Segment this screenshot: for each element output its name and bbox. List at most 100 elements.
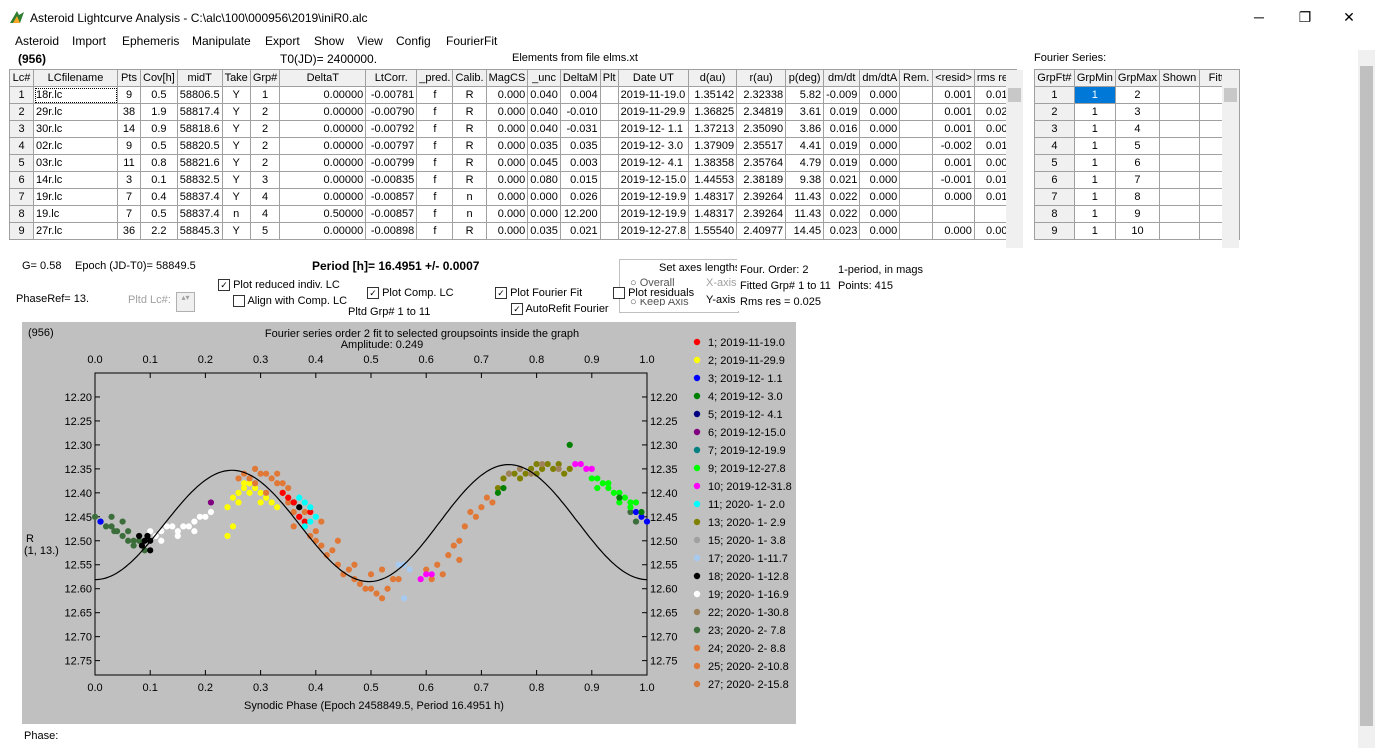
- fourier-cell[interactable]: 1: [1073, 103, 1116, 121]
- lc-cell[interactable]: -0.00898: [365, 222, 418, 240]
- lc-row-header[interactable]: 9: [9, 222, 34, 240]
- overall-radio[interactable]: ○ Overall: [630, 277, 675, 287]
- lc-cell[interactable]: 4.79: [785, 154, 825, 172]
- lc-cell[interactable]: 0.000: [485, 103, 529, 121]
- lc-cell[interactable]: 1: [249, 86, 281, 104]
- lc-cell[interactable]: 2.32338: [736, 86, 787, 104]
- lc-cell[interactable]: 0.019: [823, 137, 861, 155]
- lc-cell[interactable]: 2.35517: [736, 137, 787, 155]
- lc-cell[interactable]: 0.021: [823, 171, 861, 189]
- lc-cell[interactable]: 0.035: [527, 137, 561, 155]
- lc-cell[interactable]: 0.000: [932, 188, 975, 206]
- fourier-table-row[interactable]: 819T: [1034, 205, 1240, 223]
- fourier-row-header[interactable]: 9: [1034, 222, 1075, 240]
- lc-cell[interactable]: 0.000: [932, 222, 975, 240]
- fourier-row-header[interactable]: 3: [1034, 120, 1075, 138]
- lc-cell[interactable]: 0.50000: [279, 205, 367, 223]
- autorefit-check[interactable]: ✓: [511, 303, 523, 316]
- fourier-cell[interactable]: 1: [1073, 171, 1116, 189]
- lc-cell[interactable]: 0.000: [527, 205, 561, 223]
- fourier-cell[interactable]: [1159, 137, 1200, 155]
- lc-cell[interactable]: 58806.5: [176, 86, 223, 104]
- lc-cell[interactable]: n: [452, 205, 487, 223]
- lc-col-header[interactable]: Cov[h]: [140, 69, 178, 87]
- lc-col-header[interactable]: DeltaT: [279, 69, 367, 87]
- fourier-cell[interactable]: 1: [1073, 154, 1116, 172]
- lc-cell[interactable]: Y: [221, 86, 251, 104]
- lc-cell[interactable]: 2019-12-19.9: [617, 205, 690, 223]
- menu-manipulate[interactable]: Manipulate: [192, 34, 251, 48]
- lightcurve-plot-panel[interactable]: (956) Fourier series order 2 fit to selec…: [22, 322, 796, 724]
- fourier-table-row[interactable]: 112T: [1034, 86, 1240, 104]
- lc-cell[interactable]: R: [452, 137, 487, 155]
- lc-table-row[interactable]: 7 19r.lc 7 0.4 58837.4 Y 4 0.00000 -0.00857 f n 0.0…: [9, 188, 1017, 206]
- lc-cell[interactable]: -0.001: [932, 171, 975, 189]
- lc-cell[interactable]: 29r.lc: [33, 103, 118, 121]
- lc-cell[interactable]: 0.000: [527, 188, 561, 206]
- lc-cell[interactable]: 9: [117, 86, 141, 104]
- lc-cell[interactable]: 2.35764: [736, 154, 787, 172]
- lc-cell[interactable]: 1.37213: [688, 120, 738, 138]
- lc-cell[interactable]: 0.000: [859, 188, 901, 206]
- lc-cell[interactable]: 1.38358: [688, 154, 738, 172]
- lc-cell[interactable]: -0.00799: [365, 154, 418, 172]
- lc-cell[interactable]: 02r.lc: [33, 137, 118, 155]
- lc-cell[interactable]: 14: [117, 120, 141, 138]
- lc-cell[interactable]: 11.43: [785, 188, 825, 206]
- lc-cell[interactable]: 0.035: [559, 137, 601, 155]
- lc-cell[interactable]: 14.45: [785, 222, 825, 240]
- lc-cell[interactable]: 0.000: [859, 205, 901, 223]
- lc-col-header[interactable]: LtCorr.: [365, 69, 418, 87]
- menu-fourierfit[interactable]: FourierFit: [446, 34, 497, 48]
- lc-cell[interactable]: 5: [249, 222, 281, 240]
- fourier-row-header[interactable]: 2: [1034, 103, 1075, 121]
- autorefit-checkbox[interactable]: ✓ AutoRefit Fourier: [511, 303, 609, 316]
- lc-cell[interactable]: 0.00000: [279, 222, 367, 240]
- lc-cell[interactable]: 0.000: [485, 205, 529, 223]
- lc-cell[interactable]: 1.44553: [688, 171, 738, 189]
- fourier-table-row[interactable]: 314T: [1034, 120, 1240, 138]
- lc-cell[interactable]: f: [416, 171, 454, 189]
- lc-cell[interactable]: 1.36825: [688, 103, 738, 121]
- lc-cell[interactable]: 2019-12-15.0: [617, 171, 690, 189]
- lc-cell[interactable]: Y: [221, 154, 251, 172]
- lc-cell[interactable]: Y: [221, 137, 251, 155]
- plot-reduced-checkbox[interactable]: ✓ Plot reduced indiv. LC: [218, 279, 340, 292]
- lc-cell[interactable]: 58818.6: [176, 120, 223, 138]
- lc-cell[interactable]: 0.003: [559, 154, 601, 172]
- lc-cell[interactable]: 0.00000: [279, 171, 367, 189]
- lc-cell[interactable]: 2: [249, 120, 281, 138]
- lc-cell[interactable]: f: [416, 120, 454, 138]
- lc-table-row[interactable]: 8 19.lc 7 0.5 58837.4 n 4 0.50000 -0.00857 f n 0.00…: [9, 205, 1017, 223]
- lc-cell[interactable]: 58832.5: [176, 171, 223, 189]
- lc-cell[interactable]: 0.4: [140, 188, 178, 206]
- fourier-cell[interactable]: [1159, 120, 1200, 138]
- plot-reduced-check[interactable]: ✓: [218, 279, 230, 292]
- lc-cell[interactable]: 03r.lc: [33, 154, 118, 172]
- lc-cell[interactable]: 0.000: [859, 171, 901, 189]
- lc-cell[interactable]: 2019-12- 1.1: [617, 120, 690, 138]
- lc-cell[interactable]: 0.00000: [279, 137, 367, 155]
- lc-cell[interactable]: [899, 171, 934, 189]
- lc-table-row[interactable]: 5 03r.lc 11 0.8 58821.6 Y 2 0.00000 -0.00799 f R 0.…: [9, 154, 1017, 172]
- lc-cell[interactable]: -0.00797: [365, 137, 418, 155]
- fourier-table-row[interactable]: 415T: [1034, 137, 1240, 155]
- minimize-button[interactable]: ─: [1236, 0, 1282, 34]
- lc-cell[interactable]: 0.1: [140, 171, 178, 189]
- lc-col-header[interactable]: p(deg): [785, 69, 825, 87]
- lc-cell[interactable]: 0.023: [823, 222, 861, 240]
- lc-table-row[interactable]: 4 02r.lc 9 0.5 58820.5 Y 2 0.00000 -0.00797 f R 0.0…: [9, 137, 1017, 155]
- lc-cell[interactable]: 2019-12-19.9: [617, 188, 690, 206]
- menu-export[interactable]: Export: [265, 34, 300, 48]
- lc-cell[interactable]: 0.035: [527, 222, 561, 240]
- lc-row-header[interactable]: 8: [9, 205, 34, 223]
- lc-cell[interactable]: 0.080: [527, 171, 561, 189]
- lc-cell[interactable]: R: [452, 120, 487, 138]
- lc-cell[interactable]: f: [416, 86, 454, 104]
- lc-col-header[interactable]: midT: [176, 69, 223, 87]
- fourier-table-row[interactable]: 617T: [1034, 171, 1240, 189]
- lc-cell[interactable]: Y: [221, 222, 251, 240]
- lc-cell[interactable]: 9: [117, 137, 141, 155]
- lc-cell[interactable]: 19r.lc: [33, 188, 118, 206]
- fourier-row-header[interactable]: 7: [1034, 188, 1075, 206]
